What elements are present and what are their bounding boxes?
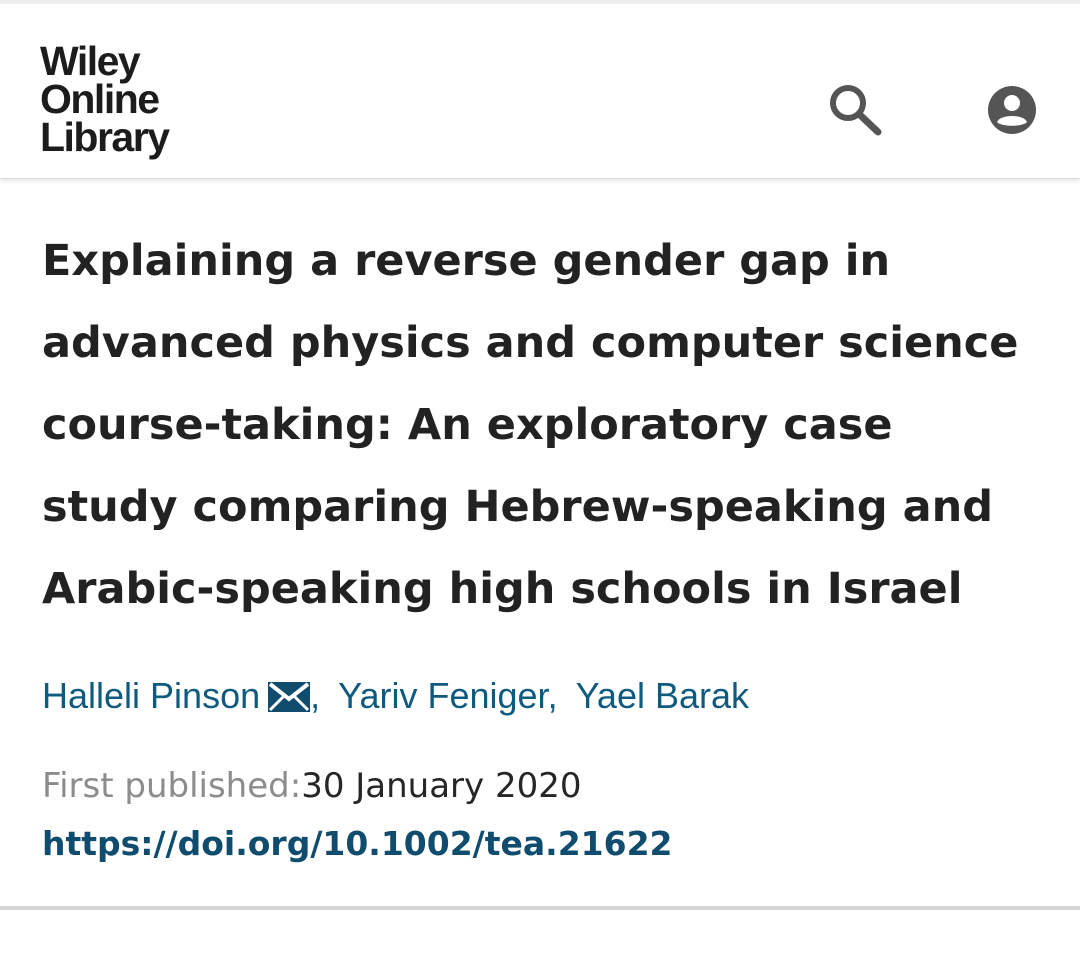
publication-info: First published:30 January 2020 <box>42 764 582 808</box>
section-divider <box>0 906 1080 910</box>
site-header: Wiley Online Library <box>0 0 1080 179</box>
published-label: First published: <box>42 766 302 806</box>
account-circle-icon <box>988 86 1036 134</box>
search-button[interactable] <box>826 82 886 138</box>
author-separator: , <box>547 675 558 716</box>
author-link-3[interactable]: Yael Barak <box>576 675 749 716</box>
wiley-online-library-logo[interactable]: Wiley Online Library <box>40 38 170 160</box>
logo-line-2: Online <box>40 76 160 122</box>
author-link-2[interactable]: Yariv Feniger <box>338 675 547 716</box>
author-separator: , <box>310 675 321 716</box>
logo-line-3: Library <box>40 114 170 160</box>
top-strip <box>0 0 1080 4</box>
article-title: Explaining a reverse gender gap in advan… <box>42 236 1019 614</box>
email-icon[interactable] <box>268 682 311 712</box>
search-icon <box>830 85 882 136</box>
doi-link[interactable]: https://doi.org/10.1002/tea.21622 <box>42 822 673 866</box>
logo-line-1: Wiley <box>40 38 141 84</box>
published-date: 30 January 2020 <box>301 766 582 806</box>
account-button[interactable] <box>986 84 1038 136</box>
author-list: Halleli Pinson , Yariv Feniger, Yael Barak <box>42 674 749 718</box>
author-link-1[interactable]: Halleli Pinson <box>42 675 260 716</box>
